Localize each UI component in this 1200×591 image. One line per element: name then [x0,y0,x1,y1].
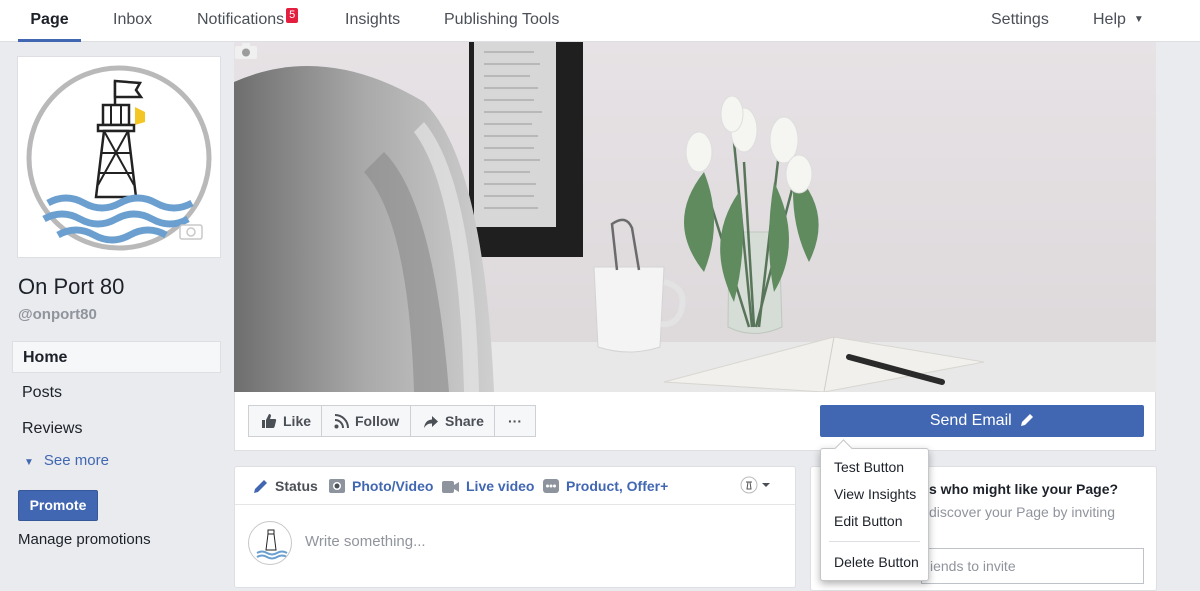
tab-publishing-tools[interactable]: Publishing Tools [444,0,559,42]
follow-label: Follow [355,413,400,429]
send-email-button[interactable]: Send Email [820,405,1144,437]
tab-status[interactable]: Status [253,467,318,505]
camera-icon[interactable] [234,42,258,60]
tab-label: Inbox [113,11,153,28]
send-email-button-menu: Test Button View Insights Edit Button De… [820,448,929,581]
more-options-button[interactable]: ··· [494,405,536,437]
menu-item-view-insights[interactable]: View Insights [821,483,928,505]
invite-card-title: s who might like your Page? [929,481,1119,497]
post-composer: Status Photo/Video Live video Product, O… [234,466,796,588]
settings-label: Settings [991,11,1049,28]
tab-label: Status [275,478,318,494]
tab-photo-video[interactable]: Photo/Video [328,467,433,505]
chevron-down-icon: ▼ [24,457,34,468]
page-title: On Port 80 [18,274,125,299]
sidebar-item-label: Posts [22,384,63,401]
sidebar-item-label: Reviews [22,420,83,437]
cover-photo[interactable] [234,42,1156,392]
photo-icon [329,479,345,493]
sidebar-item-label: Home [23,349,68,366]
invite-card-description: discover your Page by inviting [929,504,1115,520]
tab-label: Notifications [197,11,285,28]
avatar [248,521,292,565]
composer-tabs: Status Photo/Video Live video Product, O… [235,467,795,505]
tab-label: Live video [466,478,535,494]
tab-inbox[interactable]: Inbox [113,0,152,42]
like-label: Like [283,413,312,429]
page-handle: @onport80 [18,306,97,323]
share-button[interactable]: Share [410,405,495,437]
share-label: Share [445,413,484,429]
chevron-down-icon: ▼ [1133,14,1144,25]
sidebar-item-home[interactable]: Home [12,341,221,373]
see-more-label: See more [43,452,109,469]
tab-label: Publishing Tools [444,11,560,28]
menu-item-delete-button[interactable]: Delete Button [821,551,928,573]
promote-button[interactable]: Promote [18,490,98,521]
help-label: Help [1093,11,1126,28]
invite-friends-input[interactable]: iends to invite [921,548,1144,584]
menu-divider [829,541,920,542]
pencil-icon[interactable] [1020,413,1034,427]
tab-live-video[interactable]: Live video [441,467,534,505]
page-action-bar: Like Follow Share ··· Send Email [234,392,1156,451]
lighthouse-logo [256,529,288,560]
product-icon [543,479,559,493]
manage-promotions-link[interactable]: Manage promotions [18,531,151,548]
pencil-icon [254,480,267,493]
cover-image [234,42,1156,392]
video-camera-icon [442,481,459,493]
tab-label: Insights [345,11,401,28]
tab-insights[interactable]: Insights [345,0,400,42]
tab-label: Photo/Video [352,478,434,494]
sidebar-item-posts[interactable]: Posts [12,377,221,409]
send-email-label: Send Email [929,412,1012,429]
help-menu[interactable]: Help ▼ [1093,0,1144,42]
lighthouse-logo [18,57,220,257]
see-more-link[interactable]: ▼ See more [24,452,109,469]
like-button[interactable]: Like [248,405,322,437]
tab-label: Page [30,11,69,28]
menu-item-edit-button[interactable]: Edit Button [821,510,928,532]
profile-picture[interactable] [17,56,221,258]
top-nav: Page Inbox Notifications 5 Insights Publi… [0,0,1200,42]
write-something-input[interactable] [305,529,775,553]
menu-item-test-button[interactable]: Test Button [821,456,928,478]
follow-button[interactable]: Follow [321,405,411,437]
sidebar-item-reviews[interactable]: Reviews [12,413,221,445]
settings-link[interactable]: Settings [991,0,1049,42]
tab-page[interactable]: Page [18,0,81,42]
tab-notifications[interactable]: Notifications 5 [197,0,299,42]
tab-product-offer[interactable]: Product, Offer+ [542,467,668,505]
tab-label: Product, Offer+ [566,478,669,494]
notification-count-badge: 5 [286,8,299,23]
chevron-down-icon[interactable] [739,475,775,495]
thumbs-up-icon [262,414,277,428]
rss-icon [334,414,349,429]
share-arrow-icon [424,416,438,428]
